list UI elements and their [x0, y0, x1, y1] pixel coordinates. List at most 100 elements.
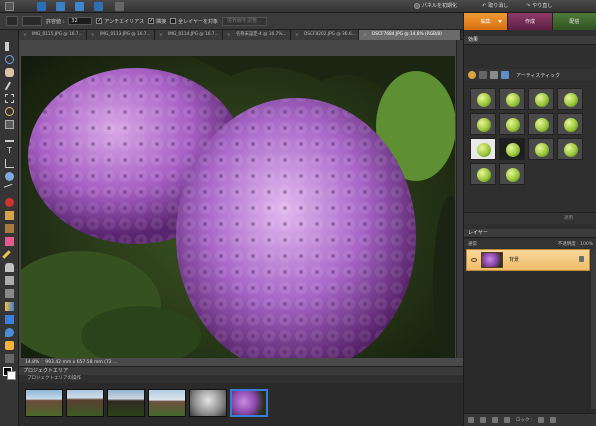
effect-thumbnail[interactable] — [499, 163, 525, 185]
red-eye-tool-icon[interactable] — [5, 198, 14, 207]
type-tool-icon[interactable]: T — [5, 146, 14, 155]
effect-thumbnail[interactable] — [528, 88, 554, 110]
straighten-tool-icon[interactable] — [3, 183, 16, 196]
close-icon[interactable]: × — [227, 33, 231, 37]
zoom-level[interactable]: 14.8% — [25, 360, 39, 365]
tab-edit[interactable]: 編集 — [463, 13, 508, 30]
adjustment-layer-icon[interactable] — [480, 417, 486, 423]
lock-all-icon[interactable] — [550, 417, 557, 423]
close-icon[interactable]: × — [295, 33, 299, 37]
effect-thumbnail[interactable] — [470, 163, 496, 185]
close-icon[interactable]: × — [363, 33, 367, 37]
current-tool-icon[interactable] — [6, 16, 18, 26]
effect-thumbnail[interactable] — [499, 138, 525, 160]
filters-icon[interactable] — [468, 71, 476, 79]
zoom-tool-icon[interactable] — [5, 55, 14, 64]
bin-thumbnail-4[interactable] — [148, 389, 186, 417]
project-bin-actions[interactable]: プロジェクトエリアの操作 — [19, 375, 463, 383]
effect-thumbnail[interactable] — [470, 88, 496, 110]
pencil-tool-icon[interactable] — [2, 250, 11, 259]
project-bin-header[interactable]: プロジェクトエリア — [19, 366, 463, 375]
effect-thumbnail[interactable] — [470, 113, 496, 135]
new-layer-icon[interactable] — [468, 417, 474, 423]
bin-thumbnail-3[interactable] — [107, 389, 145, 417]
lock-transparent-icon[interactable] — [538, 417, 545, 423]
open-icon[interactable] — [75, 2, 84, 11]
bin-thumbnail-2[interactable] — [66, 389, 104, 417]
effect-thumbnail[interactable] — [528, 113, 554, 135]
effect-thumbnail[interactable] — [557, 88, 583, 110]
tab-document[interactable]: × 名称未設定-4 @ 16.7%... — [223, 30, 291, 40]
close-icon[interactable]: × — [23, 33, 27, 37]
effect-thumbnail[interactable] — [470, 138, 496, 160]
tab-document[interactable]: × IMG_0115.JPG @ 16.7... — [19, 30, 87, 40]
sponge-tool-icon[interactable] — [5, 341, 14, 350]
blend-mode-select[interactable]: 通常 — [468, 241, 477, 247]
vertical-scrollbar[interactable] — [456, 40, 463, 358]
refine-edge-button[interactable]: 境界線を調整... — [221, 16, 267, 26]
selection-brush-icon[interactable] — [5, 133, 14, 142]
tolerance-input[interactable]: 32 — [68, 17, 93, 25]
marquee-tool-icon[interactable] — [5, 94, 14, 103]
tab-document[interactable]: × IMG_0113.JPG @ 16.7... — [87, 30, 155, 40]
layer-styles-icon[interactable] — [479, 71, 487, 79]
tab-document[interactable]: × DSCF8202.JPG @ 36.6... — [291, 30, 359, 40]
effects-category-select[interactable]: アーティスティック — [516, 72, 560, 79]
custom-shape-icon[interactable] — [5, 354, 14, 363]
close-icon[interactable]: × — [91, 33, 95, 37]
layers-panel-title[interactable]: レイヤー — [464, 229, 596, 238]
effect-thumbnail[interactable] — [499, 113, 525, 135]
brush-tool-icon[interactable] — [5, 263, 14, 272]
tab-document[interactable]: × IMG_0114.JPG @ 16.7... — [155, 30, 223, 40]
crop-tool-icon[interactable] — [5, 159, 14, 168]
effect-thumbnail[interactable] — [528, 138, 554, 160]
organizer-icon[interactable] — [5, 2, 14, 11]
healing-brush-icon[interactable] — [5, 211, 14, 220]
layers-scrollbar[interactable] — [591, 249, 596, 409]
effect-thumbnail[interactable] — [499, 88, 525, 110]
effects-panel-title[interactable]: 効果 — [464, 36, 596, 45]
effect-thumbnail[interactable] — [557, 138, 583, 160]
blur-tool-icon[interactable] — [5, 328, 14, 337]
document-canvas[interactable] — [19, 40, 463, 383]
eyedropper-tool-icon[interactable] — [3, 80, 11, 91]
delete-layer-icon[interactable] — [492, 417, 498, 423]
paint-bucket-icon[interactable] — [5, 289, 14, 298]
save-icon[interactable] — [56, 2, 65, 11]
bin-thumbnail-1[interactable] — [25, 389, 63, 417]
smart-brush-icon[interactable] — [5, 276, 14, 285]
hydrangea-photo[interactable] — [21, 56, 455, 383]
photo-effects-icon[interactable] — [490, 71, 498, 79]
effects-apply-button[interactable]: 適用 — [464, 212, 596, 224]
visibility-eye-icon[interactable] — [471, 258, 477, 262]
eraser-tool-icon[interactable] — [5, 237, 14, 246]
shape-tool-icon[interactable] — [5, 315, 14, 324]
undo-button[interactable]: ↶ 取り消し — [482, 2, 508, 10]
opacity-control[interactable]: 不透明度 : 100% — [558, 241, 593, 247]
background-color-swatch[interactable] — [7, 371, 16, 380]
cookie-cutter-icon[interactable] — [5, 172, 14, 181]
all-layers-checkbox[interactable]: 全レイヤーを対象 — [170, 18, 218, 25]
antialias-checkbox[interactable]: ✓ アンチエイリアス — [96, 18, 144, 25]
tab-create[interactable]: 作成 — [507, 13, 552, 30]
layer-row-background[interactable]: 背景 — [466, 249, 590, 271]
contiguous-checkbox[interactable]: ✓ 隣接 — [148, 18, 166, 25]
link-layer-icon[interactable] — [504, 417, 510, 423]
move-tool-icon[interactable] — [5, 42, 10, 51]
lasso-tool-icon[interactable] — [5, 107, 14, 116]
photoshop-elements-icon[interactable] — [37, 2, 46, 11]
panel-reset-button[interactable]: パネルを初期化 — [414, 2, 457, 9]
clone-stamp-icon[interactable] — [5, 224, 14, 233]
magic-wand-tool-icon[interactable] — [5, 120, 14, 129]
bin-thumbnail-6[interactable] — [230, 389, 268, 417]
tab-share[interactable]: 配信 — [551, 13, 596, 30]
all-icon[interactable] — [501, 71, 509, 79]
bin-thumbnail-5[interactable] — [189, 389, 227, 417]
print-icon[interactable] — [94, 2, 103, 11]
redo-button[interactable]: ↷ やり直し — [526, 2, 552, 10]
effect-thumbnail[interactable] — [557, 113, 583, 135]
close-icon[interactable]: × — [159, 33, 163, 37]
gradient-tool-icon[interactable] — [5, 302, 14, 311]
tab-document[interactable]: × DSCF7684.JPG @ 14.8% (RGB/8) — [359, 30, 461, 40]
hand-tool-icon[interactable] — [5, 68, 14, 77]
